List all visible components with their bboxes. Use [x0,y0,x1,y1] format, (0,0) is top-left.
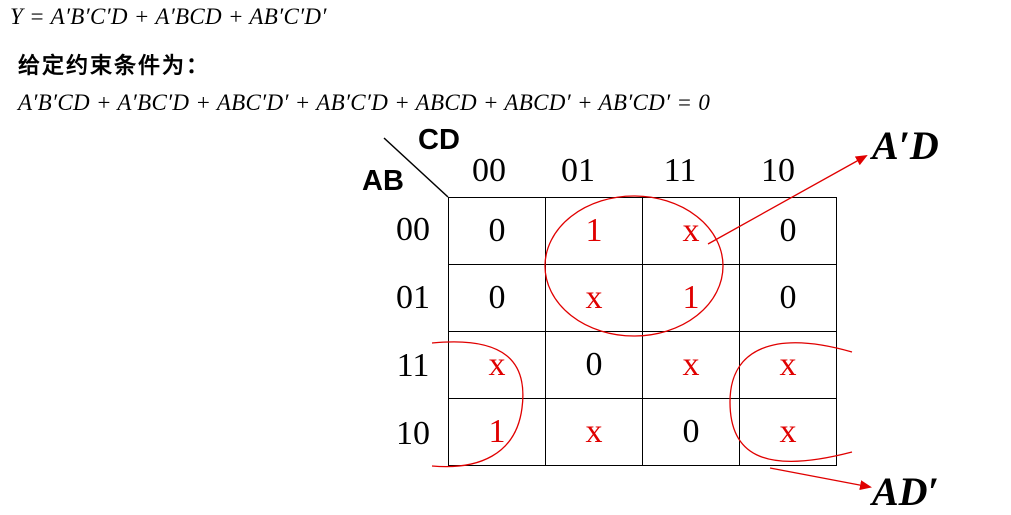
group-loop-ad-prime-left [431,341,524,468]
term-a-prime-d: A′D [872,123,939,168]
group-loop-ad-prime-right [729,342,853,462]
arrow-to-ad-prime [769,467,872,491]
header-diagonal-line [383,137,449,198]
term-ad-prime: AD′ [872,469,939,514]
group-overlay [383,137,872,491]
arrow-to-a-prime-d [707,155,868,245]
group-loop-a-prime-d [544,195,724,337]
